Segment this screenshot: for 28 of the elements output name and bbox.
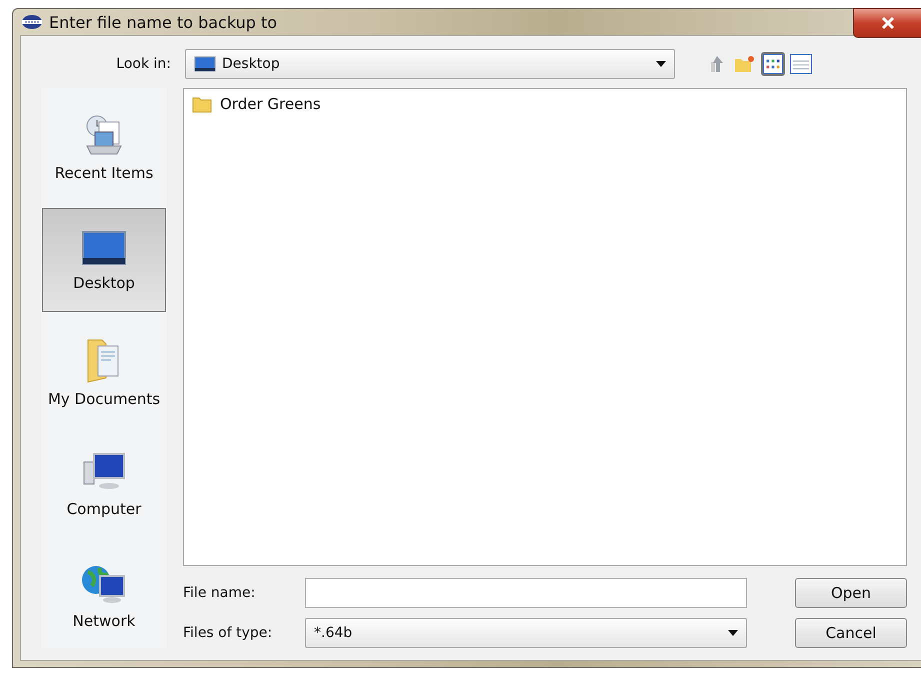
place-item[interactable]: Recent Items xyxy=(42,96,166,200)
window-title: Enter file name to backup to xyxy=(49,12,278,32)
look-in-label: Look in: xyxy=(115,56,172,72)
details-view-button[interactable] xyxy=(789,52,813,76)
caret-icon xyxy=(656,61,666,67)
place-item[interactable]: My Documents xyxy=(42,320,166,424)
monitor-screen-icon xyxy=(81,228,127,268)
file-type-dropdown[interactable]: *.64b xyxy=(305,618,747,648)
list-view-icon xyxy=(763,54,783,74)
file-item[interactable]: Order Greens xyxy=(188,93,325,115)
new-folder-icon xyxy=(734,54,756,74)
file-name-field[interactable] xyxy=(305,578,747,608)
app-logo-icon xyxy=(21,14,43,30)
list-view-button[interactable] xyxy=(761,52,785,76)
close-button[interactable] xyxy=(853,8,921,38)
place-item[interactable]: Desktop xyxy=(42,208,166,312)
details-view-icon xyxy=(790,54,812,74)
file-name-label: File name: xyxy=(183,585,256,601)
caret-icon xyxy=(728,630,738,636)
open-button[interactable]: Open xyxy=(795,578,907,608)
place-item[interactable]: Computer xyxy=(42,432,166,536)
cancel-button[interactable]: Cancel xyxy=(795,618,907,648)
place-item[interactable]: Network xyxy=(42,544,166,648)
folder-icon xyxy=(192,95,212,113)
file-type-label: Files of type: xyxy=(183,625,274,641)
monitor-icon xyxy=(194,56,216,72)
close-icon xyxy=(880,16,896,30)
look-in-dropdown[interactable]: Desktop xyxy=(185,49,675,79)
